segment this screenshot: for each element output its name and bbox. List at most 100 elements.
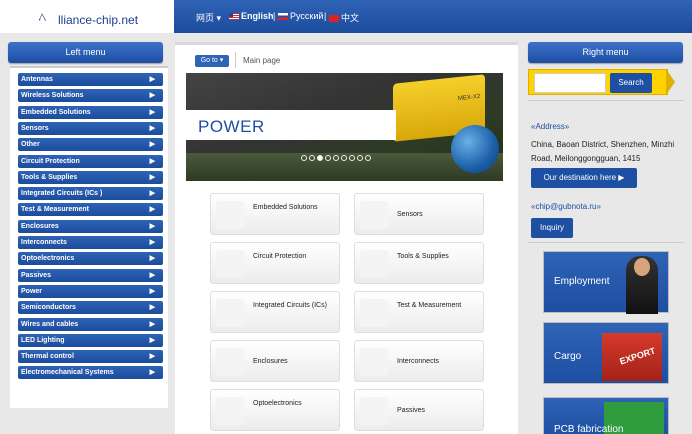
left-menu-header[interactable]: Left menu: [8, 42, 163, 63]
cn-flag-icon: [329, 15, 339, 22]
chevron-right-icon: ▶: [149, 206, 155, 214]
chevron-right-icon: ▶: [149, 320, 155, 328]
lang-chinese[interactable]: 中文: [329, 11, 359, 24]
slider-dot[interactable]: [365, 155, 371, 161]
chevron-right-icon: ▶: [149, 369, 155, 377]
cargo-banner[interactable]: EXPORT Cargo: [543, 322, 669, 384]
embedded-board-icon: [216, 201, 244, 229]
chevron-right-icon: ▶: [149, 108, 155, 116]
left-menu-item[interactable]: Sensors ▶: [18, 121, 163, 135]
chevron-right-icon: ▶: [149, 190, 155, 198]
enclosure-icon: [216, 348, 244, 376]
chevron-right-icon: ▶: [149, 124, 155, 132]
search-box: Search: [528, 69, 668, 95]
category-tile[interactable]: Passives: [354, 389, 484, 431]
category-tile[interactable]: Embedded Solutions: [210, 193, 340, 235]
chevron-right-icon: ▶: [149, 255, 155, 263]
category-tile[interactable]: Optoelectronics: [210, 389, 340, 431]
category-label: Embedded Solutions: [253, 204, 318, 211]
tool-icon: [360, 250, 388, 278]
language-menu[interactable]: 网页 ▾: [196, 11, 221, 24]
sensor-icon: [360, 201, 388, 229]
slider-dot[interactable]: [333, 155, 339, 161]
goto-dropdown[interactable]: Go to ▾: [195, 55, 229, 67]
slider-dot[interactable]: [349, 155, 355, 161]
optoelectronic-icon: [216, 397, 244, 425]
slider-dot[interactable]: [341, 155, 347, 161]
left-menu-item[interactable]: Test & Measurement ▶: [18, 203, 163, 217]
left-menu-item[interactable]: Tools & Supplies ▶: [18, 170, 163, 184]
pcb-banner[interactable]: PCB fabrication: [543, 397, 669, 434]
left-menu-item[interactable]: Enclosures ▶: [18, 219, 163, 233]
left-menu-item[interactable]: Thermal control ▶: [18, 350, 163, 364]
left-menu-item[interactable]: Other ▶: [18, 138, 163, 152]
category-tile[interactable]: Circuit Protection: [210, 242, 340, 284]
logo-text[interactable]: lliance-chip.net: [58, 13, 138, 27]
slider-dot[interactable]: [309, 155, 315, 161]
chevron-right-icon: ▶: [149, 141, 155, 149]
ru-flag-icon: [278, 13, 288, 20]
passive-component-icon: [360, 397, 388, 425]
category-label: Test & Measurement: [397, 302, 462, 309]
chevron-right-icon: ▶: [149, 239, 155, 246]
destination-button[interactable]: Our destination here ▶: [531, 168, 637, 188]
inquiry-button[interactable]: Inquiry: [531, 218, 573, 238]
category-tile[interactable]: Sensors: [354, 193, 484, 235]
email-link[interactable]: «chip@gubnota.ru»: [531, 202, 601, 211]
category-tile[interactable]: Test & Measurement: [354, 291, 484, 333]
main-content: Go to ▾ Main page MEX-X2 POWER Embedded …: [175, 42, 518, 434]
lang-russian[interactable]: Русский: [278, 11, 323, 21]
chevron-right-icon: ▶: [149, 336, 155, 344]
slider-dot[interactable]: [317, 155, 323, 161]
chevron-right-icon: ▶: [149, 157, 155, 165]
left-menu-item[interactable]: Embedded Solutions ▶: [18, 105, 163, 119]
chevron-right-icon: ▶: [149, 353, 155, 361]
category-tile[interactable]: Interconnects: [354, 340, 484, 382]
category-tile[interactable]: Tools & Supplies: [354, 242, 484, 284]
category-label: Circuit Protection: [253, 253, 307, 260]
category-label: Interconnects: [397, 358, 440, 365]
left-menu-item[interactable]: Interconnects ▶: [18, 236, 163, 249]
language-bar: 网页 ▾ English | Русский | 中文: [174, 0, 692, 33]
category-label: Passives: [397, 407, 426, 414]
search-button[interactable]: Search: [610, 73, 652, 93]
slider-dot[interactable]: [357, 155, 363, 161]
slider-dot[interactable]: [325, 155, 331, 161]
left-menu-item[interactable]: Circuit Protection ▶: [18, 154, 163, 168]
breadcrumb: Main page: [243, 56, 281, 65]
right-column: Right menu Search «Address» China, Baoan…: [528, 42, 684, 434]
address-title: «Address»: [531, 122, 570, 131]
category-label: Tools & Supplies: [397, 253, 449, 260]
category-label: Sensors: [397, 211, 423, 218]
lang-english[interactable]: English: [229, 11, 274, 21]
slider-dots: [301, 153, 373, 163]
left-menu-item[interactable]: Wireless Solutions ▶: [18, 89, 163, 103]
left-menu-item[interactable]: Antennas ▶: [18, 73, 163, 86]
left-menu-item[interactable]: Power ▶: [18, 284, 163, 298]
address-text: China, Baoan District, Shenzhen, Minzhi …: [531, 140, 675, 163]
ic-chip-icon: [216, 299, 244, 327]
slider-dot[interactable]: [301, 155, 307, 161]
chevron-right-icon: ▶: [149, 287, 155, 295]
banner-title: POWER: [198, 117, 265, 136]
left-menu-item[interactable]: Optoelectronics ▶: [18, 252, 163, 266]
banner-slider[interactable]: MEX-X2 POWER: [186, 73, 503, 181]
left-menu-item[interactable]: Electromechanical Systems ▶: [18, 366, 163, 380]
left-menu-item[interactable]: Semiconductors ▶: [18, 301, 163, 315]
left-menu-item[interactable]: Passives ▶: [18, 268, 163, 282]
left-menu-item[interactable]: Integrated Circuits (ICs ) ▶: [18, 187, 163, 201]
left-menu-item[interactable]: LED Lighting ▶: [18, 333, 163, 347]
category-label: Integrated Circuits (ICs): [253, 302, 327, 309]
left-column: Left menu Antennas ▶ Wireless Solutions ▶ Em…: [8, 42, 168, 434]
employment-banner[interactable]: Employment: [543, 251, 669, 314]
category-tile[interactable]: Integrated Circuits (ICs): [210, 291, 340, 333]
category-tile[interactable]: Enclosures: [210, 340, 340, 382]
left-menu-item[interactable]: Wires and cables ▶: [18, 317, 163, 331]
search-input[interactable]: [534, 73, 606, 93]
right-menu-header[interactable]: Right menu: [528, 42, 683, 63]
chevron-right-icon: ▶: [149, 76, 155, 83]
chevron-right-icon: ▶: [149, 173, 155, 181]
relay-icon: [216, 250, 244, 278]
category-label: Optoelectronics: [253, 400, 302, 407]
chevron-right-icon: ▶: [149, 92, 155, 100]
